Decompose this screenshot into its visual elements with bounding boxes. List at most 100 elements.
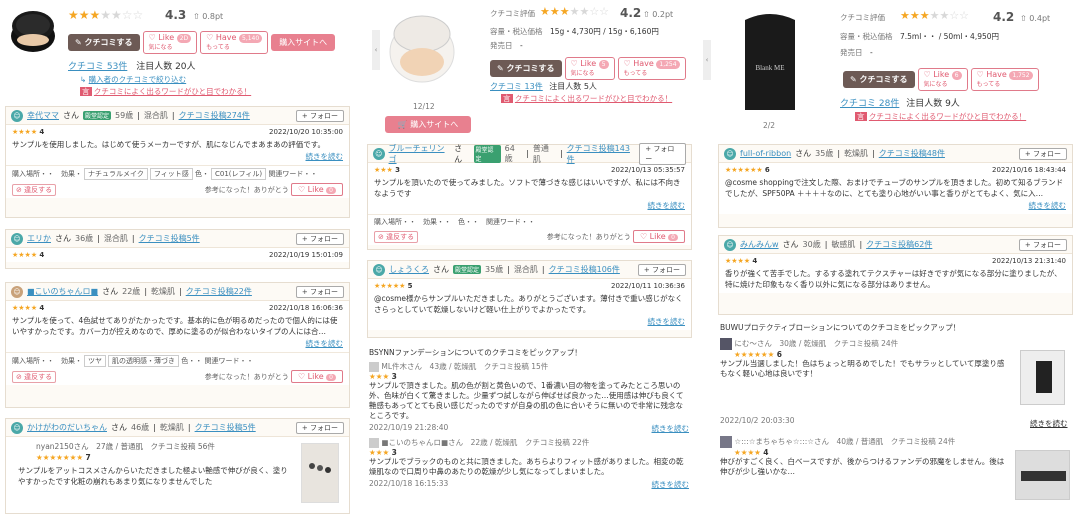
have-button[interactable]: ♡ Have 1,752 もってる <box>970 68 1039 91</box>
tag[interactable]: フィット感 <box>149 168 193 180</box>
tag[interactable]: C01(レフィル) <box>210 168 267 180</box>
review-like-button[interactable]: ♡ Like 0 <box>632 230 685 243</box>
reviewer-posts-link[interactable]: クチコミ投稿143件 <box>567 143 636 165</box>
reviewer-posts-link[interactable]: クチコミ投稿22件 <box>186 286 252 297</box>
avatar[interactable]: ☺ <box>373 147 385 160</box>
reviewer-suffix: さん <box>63 111 79 120</box>
review-score: 4 <box>39 304 45 312</box>
reviewer-age: 64歳 <box>504 143 515 163</box>
reviewer-name[interactable]: ■こいのちゃんロ■ <box>27 286 98 297</box>
like-button[interactable]: ♡ Like 6 気になる <box>917 68 968 91</box>
avatar[interactable]: ☺ <box>724 147 736 160</box>
avatar[interactable] <box>720 338 732 350</box>
word-link[interactable]: 言 クチコミによく出るワードがひと目でわかる！ <box>855 111 1026 122</box>
buy-site-button[interactable]: 購入サイトへ <box>271 34 336 51</box>
report-button[interactable]: ⊘ 違反する <box>12 184 57 196</box>
report-button[interactable]: ⊘ 違反する <box>12 371 57 383</box>
follow-button[interactable]: + フォロー <box>637 263 686 276</box>
review-like-button[interactable]: ♡ Like 0 <box>290 183 343 196</box>
have-button[interactable]: ♡ Have 1,254 もってる <box>617 57 686 80</box>
review-like-button[interactable]: ♡ Like 0 <box>290 370 343 383</box>
reviewer-posts-link[interactable]: クチコミ投稿106件 <box>549 264 620 275</box>
reviewer-posts-link[interactable]: クチコミ投稿5件 <box>195 422 256 433</box>
like-button[interactable]: ♡ Like 5 気になる <box>564 57 615 80</box>
like-button[interactable]: ♡ Like 2D 気になる <box>142 31 198 54</box>
review-score: 4 <box>752 257 758 265</box>
read-more-link[interactable]: 続きを読む <box>1030 418 1068 429</box>
reviewer-suffix: さん <box>111 423 127 432</box>
follow-button[interactable]: + フォロー <box>1018 238 1067 251</box>
read-more-link[interactable]: 続きを読む <box>652 479 690 490</box>
avatar[interactable] <box>369 438 379 448</box>
review-date: 2022/10/19 15:01:09 <box>268 251 343 259</box>
reviewer-posts-link[interactable]: クチコミ投稿62件 <box>866 239 932 250</box>
reviewer-skin: 乾燥肌 <box>151 287 176 296</box>
read-more-link[interactable]: 続きを読む <box>12 151 344 162</box>
reviewer-age: 46歳 <box>131 423 150 432</box>
review-photo[interactable] <box>301 443 339 503</box>
read-more-link[interactable]: 続きを読む <box>374 316 686 327</box>
tag[interactable]: 肌の透明感・薄づき <box>108 355 179 367</box>
reviewer-name[interactable]: エリか <box>27 233 51 244</box>
reviewer-posts-link[interactable]: クチコミ投稿48件 <box>879 148 945 159</box>
read-more-link[interactable]: 続きを読む <box>652 423 690 434</box>
kuchikomi-count-link[interactable]: クチコミ 13件 <box>490 82 543 91</box>
avatar[interactable]: ☺ <box>11 232 23 245</box>
reviewer-name[interactable]: full-of-ribbon <box>740 149 791 158</box>
pickup-heading: BSYNNファンデーションについてのクチコミをピックアップ！ <box>369 348 582 357</box>
read-more-link[interactable]: 続きを読む <box>12 338 344 349</box>
tag[interactable]: ツヤ <box>84 355 106 367</box>
review-stars: ★★★★ <box>12 304 38 312</box>
report-button[interactable]: ⊘ 違反する <box>374 231 419 243</box>
follow-button[interactable]: + フォロー <box>295 232 344 245</box>
word-link[interactable]: 言 クチコミによく出るワードがひと目でわかる！ <box>501 93 672 104</box>
image-pager: 2/2 <box>763 121 776 130</box>
review-text: サンプルを使用しました。はじめて使うメーカーですが、肌になじんでまあまあの評価で… <box>12 140 326 149</box>
review-photo[interactable] <box>1020 350 1065 405</box>
follow-button[interactable]: + フォロー <box>1018 147 1067 160</box>
reviewer-name[interactable]: しょうくろ <box>389 264 429 275</box>
kuchikomi-button[interactable]: ✎ クチコミする <box>843 71 915 88</box>
reviewer-suffix: さん <box>782 240 799 249</box>
avatar[interactable]: ☺ <box>724 238 736 251</box>
kuchikomi-count-link[interactable]: クチコミ 53件 <box>68 62 127 72</box>
follow-button[interactable]: + フォロー <box>295 285 344 298</box>
reviewer-posts-link[interactable]: クチコミ投稿5件 <box>139 233 200 244</box>
avatar[interactable]: ☺ <box>11 421 23 434</box>
avatar[interactable]: ☺ <box>11 285 23 298</box>
review-stars: ★★★ <box>374 166 393 174</box>
follow-button[interactable]: + フォロー <box>639 142 686 165</box>
word-link[interactable]: 言 クチコミによく出るワードがひと目でわかる！ <box>80 86 251 97</box>
reviewer-skin: 乾燥肌 <box>844 149 869 158</box>
mini-review: ☆:::☆まちゃちゃ☆:::☆さん 40歳 / 普通肌 クチコミ投稿 24件 ★… <box>720 436 1010 477</box>
kuchikomi-button[interactable]: ✎ クチコミする <box>490 60 562 77</box>
review-text: @cosme shoppingで注文した際、おまけでチューブのサンプルを頂きまし… <box>725 178 1064 198</box>
review-date: 2022/10/16 18:43:44 <box>991 166 1066 174</box>
reviewer-name[interactable]: ブルーチェリンゴ <box>389 143 451 165</box>
reviewer-suffix: さん <box>102 287 119 296</box>
reviewer-name[interactable]: みんみんw <box>740 239 779 250</box>
follow-button[interactable]: + フォロー <box>295 109 344 122</box>
review-photo[interactable] <box>1015 450 1070 500</box>
review-card: ☺ みんみんw さん 30歳 | 敏感肌 | クチコミ投稿62件 + フォロー ★★… <box>718 235 1073 315</box>
avatar[interactable]: ☺ <box>11 109 23 122</box>
avatar[interactable] <box>369 362 379 372</box>
read-more-link[interactable]: 続きを読む <box>725 200 1067 211</box>
reviewer-posts-link[interactable]: クチコミ投稿274件 <box>179 110 250 121</box>
buy-site-button[interactable]: 🛒 購入サイトへ <box>385 116 471 133</box>
review-stars: ★★★★ <box>725 257 751 265</box>
avatar[interactable]: ☺ <box>373 263 385 276</box>
follow-button[interactable]: + フォロー <box>295 421 344 434</box>
tag[interactable]: ナチュラルメイク <box>84 168 148 180</box>
kuchikomi-button[interactable]: ✎ クチコミする <box>68 34 140 51</box>
kuchikomi-count-link[interactable]: クチコミ 28件 <box>840 99 899 109</box>
reviewer-name[interactable]: 幸代ママ <box>27 110 59 121</box>
column-product-3: Blank ME 2/2 クチコミ評価 ★★★★★☆☆ 4.2 ⇧ 0.4pt … <box>715 0 1080 514</box>
reviewer-name[interactable]: かけがわのだいちゃん <box>27 422 107 433</box>
filter-buyer-link[interactable]: ↳ 購入者のクチコミで絞り込む <box>80 74 186 85</box>
avatar[interactable] <box>720 436 732 448</box>
read-more-link[interactable]: 続きを読む <box>374 200 686 211</box>
have-button[interactable]: ♡ Have 5,140 もってる <box>200 31 269 54</box>
reviewer-skin: 混合肌 <box>513 265 538 274</box>
carousel-prev-arrow[interactable]: ‹ <box>703 40 711 80</box>
